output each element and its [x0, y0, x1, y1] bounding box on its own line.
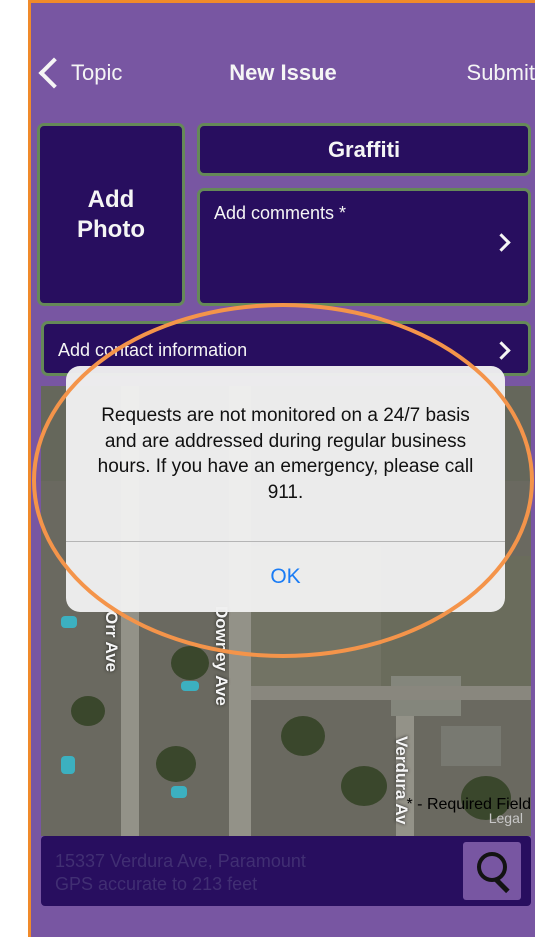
app-screen: Topic New Issue Submit Add Photo Graffit… — [31, 3, 535, 937]
screenshot-frame: Topic New Issue Submit Add Photo Graffit… — [0, 0, 535, 937]
ok-button[interactable]: OK — [66, 542, 505, 612]
alert-message: Requests are not monitored on a 24/7 bas… — [97, 405, 474, 503]
alert-dialog: Requests are not monitored on a 24/7 bas… — [66, 366, 505, 612]
